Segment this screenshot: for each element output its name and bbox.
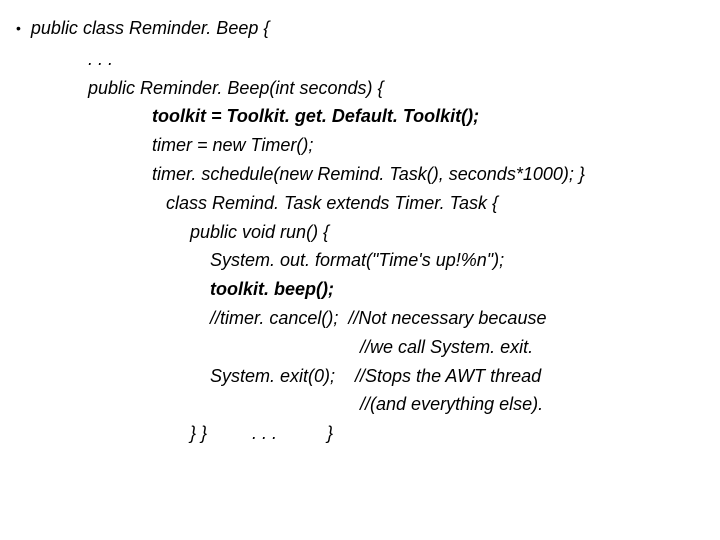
code-text: public class Reminder. Beep { — [31, 14, 269, 43]
bullet-icon: • — [16, 14, 21, 42]
line-2: public Reminder. Beep(int seconds) { — [10, 74, 710, 103]
line-14: } } . . . } — [10, 419, 710, 448]
line-3: toolkit = Toolkit. get. Default. Toolkit… — [10, 102, 710, 131]
line-6: class Remind. Task extends Timer. Task { — [10, 189, 710, 218]
line-9: toolkit. beep(); — [10, 275, 710, 304]
line-7: public void run() { — [10, 218, 710, 247]
line-13: //(and everything else). — [10, 390, 710, 419]
line-0: • public class Reminder. Beep { — [10, 14, 710, 43]
line-11: //we call System. exit. — [10, 333, 710, 362]
line-1: . . . — [10, 45, 710, 74]
line-10: //timer. cancel(); //Not necessary becau… — [10, 304, 710, 333]
line-4: timer = new Timer(); — [10, 131, 710, 160]
line-8: System. out. format("Time's up!%n"); — [10, 246, 710, 275]
line-12: System. exit(0); //Stops the AWT thread — [10, 362, 710, 391]
code-slide: • public class Reminder. Beep { . . . pu… — [0, 0, 720, 458]
line-5: timer. schedule(new Remind. Task(), seco… — [10, 160, 710, 189]
